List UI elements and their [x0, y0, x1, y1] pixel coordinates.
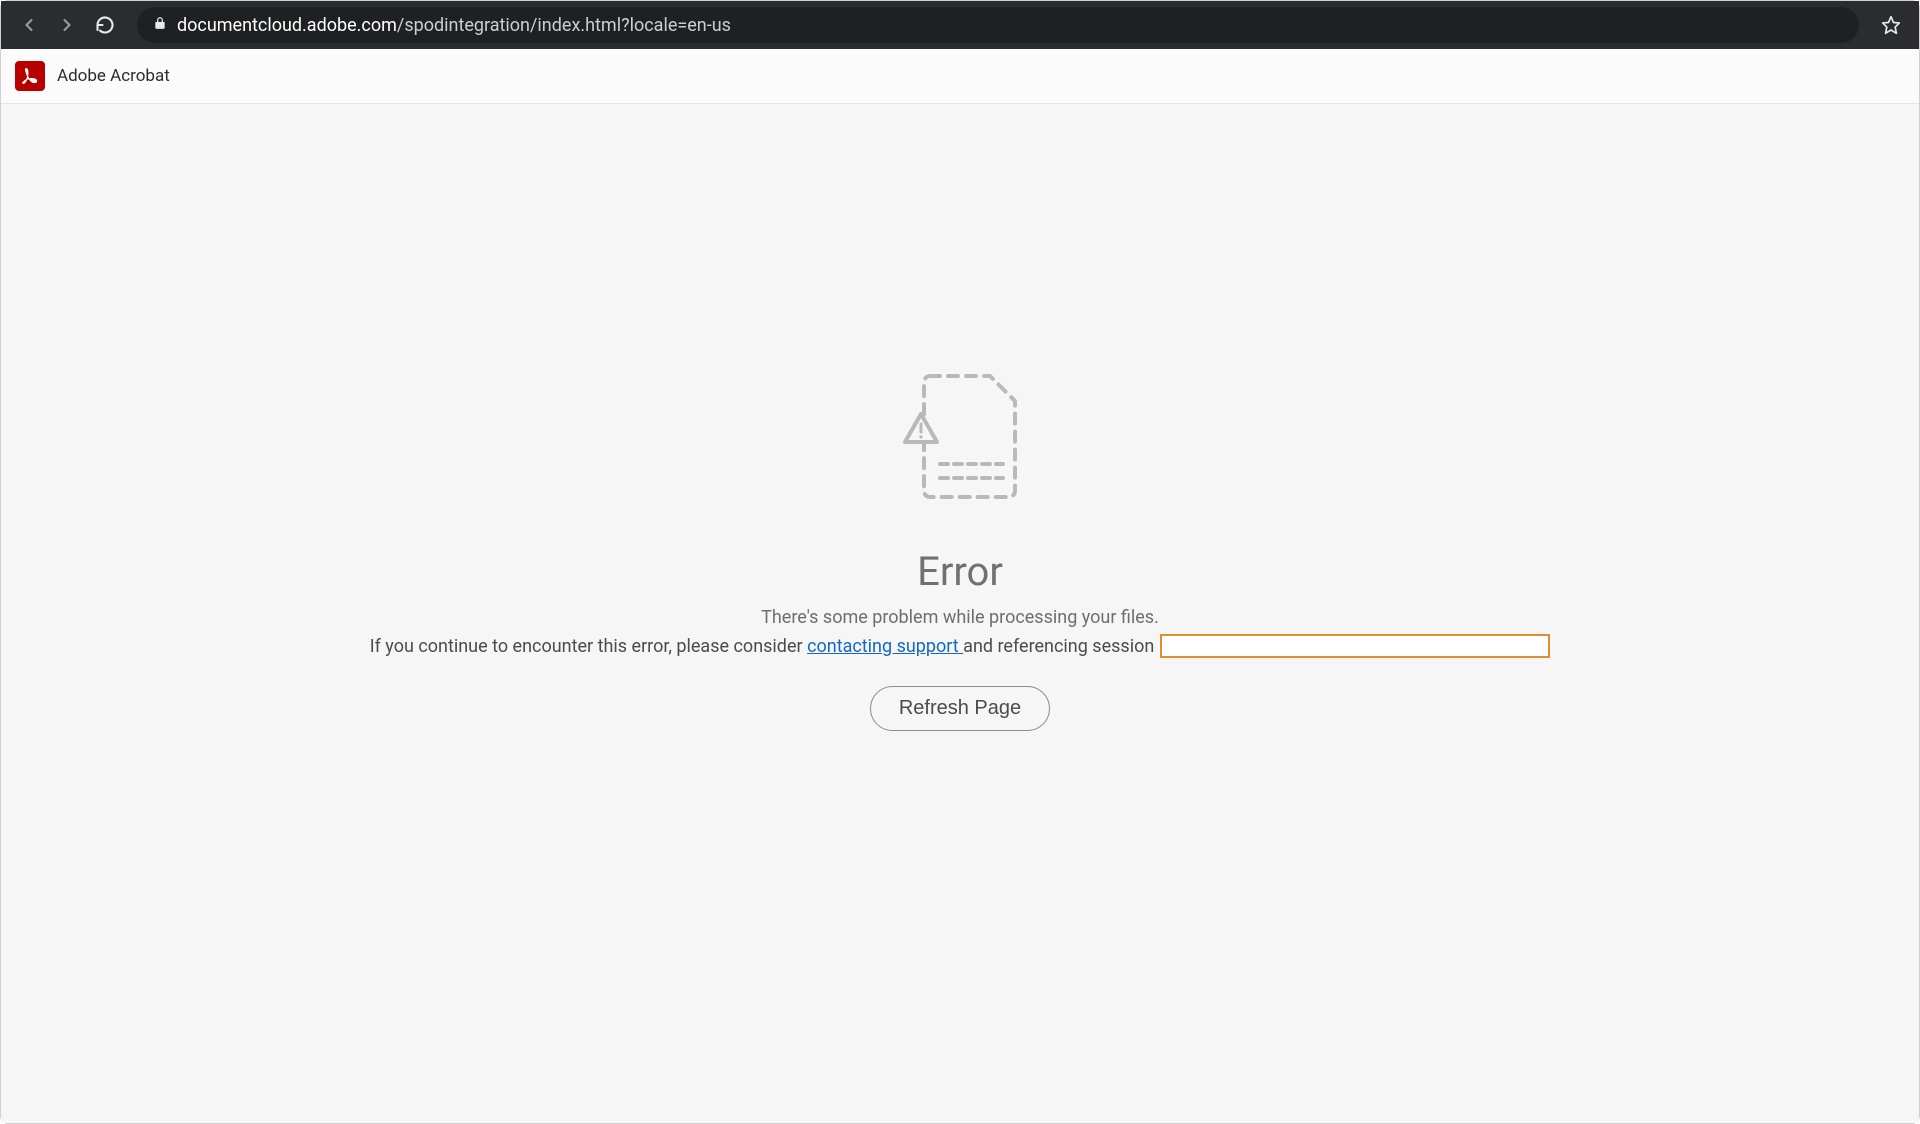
refresh-page-button[interactable]: Refresh Page [870, 686, 1050, 731]
url-text: documentcloud.adobe.com/spodintegration/… [177, 15, 731, 36]
address-bar[interactable]: documentcloud.adobe.com/spodintegration/… [137, 7, 1859, 43]
app-title: Adobe Acrobat [57, 66, 170, 86]
bookmark-star-icon[interactable] [1877, 15, 1905, 35]
error-document-icon [885, 364, 1035, 518]
reload-button[interactable] [91, 11, 119, 39]
support-prefix: If you continue to encounter this error,… [370, 636, 807, 657]
contact-support-link[interactable]: contacting support [807, 636, 963, 657]
page-content: Error There's some problem while process… [1, 104, 1919, 1123]
app-header: Adobe Acrobat [1, 49, 1919, 104]
forward-button[interactable] [53, 11, 81, 39]
support-line: If you continue to encounter this error,… [370, 634, 1551, 658]
session-id-highlight [1160, 634, 1550, 658]
back-button[interactable] [15, 11, 43, 39]
error-heading: Error [917, 548, 1003, 595]
url-path: /spodintegration/index.html?locale=en-us [397, 15, 731, 36]
url-domain: documentcloud.adobe.com [177, 15, 397, 36]
error-subtext: There's some problem while processing yo… [761, 607, 1159, 628]
acrobat-logo-icon [15, 61, 45, 91]
browser-toolbar: documentcloud.adobe.com/spodintegration/… [1, 1, 1919, 49]
support-suffix: and referencing session [963, 636, 1154, 657]
lock-icon [153, 16, 167, 34]
